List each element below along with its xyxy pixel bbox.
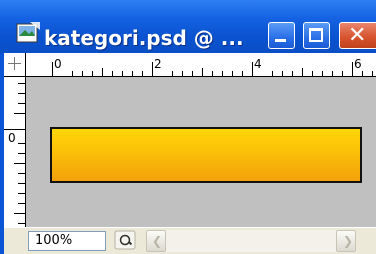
minimize-icon bbox=[275, 39, 286, 42]
minimize-button[interactable] bbox=[268, 22, 295, 49]
document-window: kategori.psd @ ... ✕ 0 2 4 6 0 100% ❮ ❯ bbox=[0, 0, 376, 254]
vertical-ruler[interactable]: 0 bbox=[4, 53, 26, 227]
ruler-label-2: 2 bbox=[154, 57, 162, 71]
chevron-right-icon: ❯ bbox=[343, 234, 354, 248]
window-title: kategori.psd @ ... bbox=[44, 26, 244, 50]
zoom-field[interactable]: 100% bbox=[28, 231, 106, 251]
photoshop-document-icon bbox=[16, 22, 40, 43]
scroll-right-button[interactable]: ❯ bbox=[336, 230, 356, 252]
document-canvas-area[interactable]: 0 2 4 6 0 bbox=[4, 53, 376, 227]
chevron-left-icon: ❮ bbox=[152, 234, 163, 248]
maximize-icon bbox=[309, 28, 323, 42]
horizontal-scrollbar[interactable]: ❮ ❯ bbox=[146, 230, 376, 252]
scroll-left-button[interactable]: ❮ bbox=[146, 230, 166, 252]
ruler-origin[interactable] bbox=[4, 53, 26, 77]
close-icon: ✕ bbox=[348, 23, 367, 48]
zoom-value: 100% bbox=[35, 233, 73, 248]
orange-gradient-bar[interactable] bbox=[50, 127, 362, 183]
title-bar[interactable]: kategori.psd @ ... ✕ bbox=[0, 0, 376, 53]
maximize-button[interactable] bbox=[303, 22, 330, 49]
navigator-icon[interactable] bbox=[114, 230, 136, 250]
resize-gripper[interactable] bbox=[356, 230, 376, 254]
close-button[interactable]: ✕ bbox=[339, 22, 376, 49]
ruler-label-left-0: 0 bbox=[8, 131, 16, 145]
horizontal-ruler[interactable]: 0 2 4 6 bbox=[4, 53, 376, 77]
ruler-label-4: 4 bbox=[254, 57, 262, 71]
ruler-label-0: 0 bbox=[54, 57, 62, 71]
ruler-label-6: 6 bbox=[354, 57, 362, 71]
